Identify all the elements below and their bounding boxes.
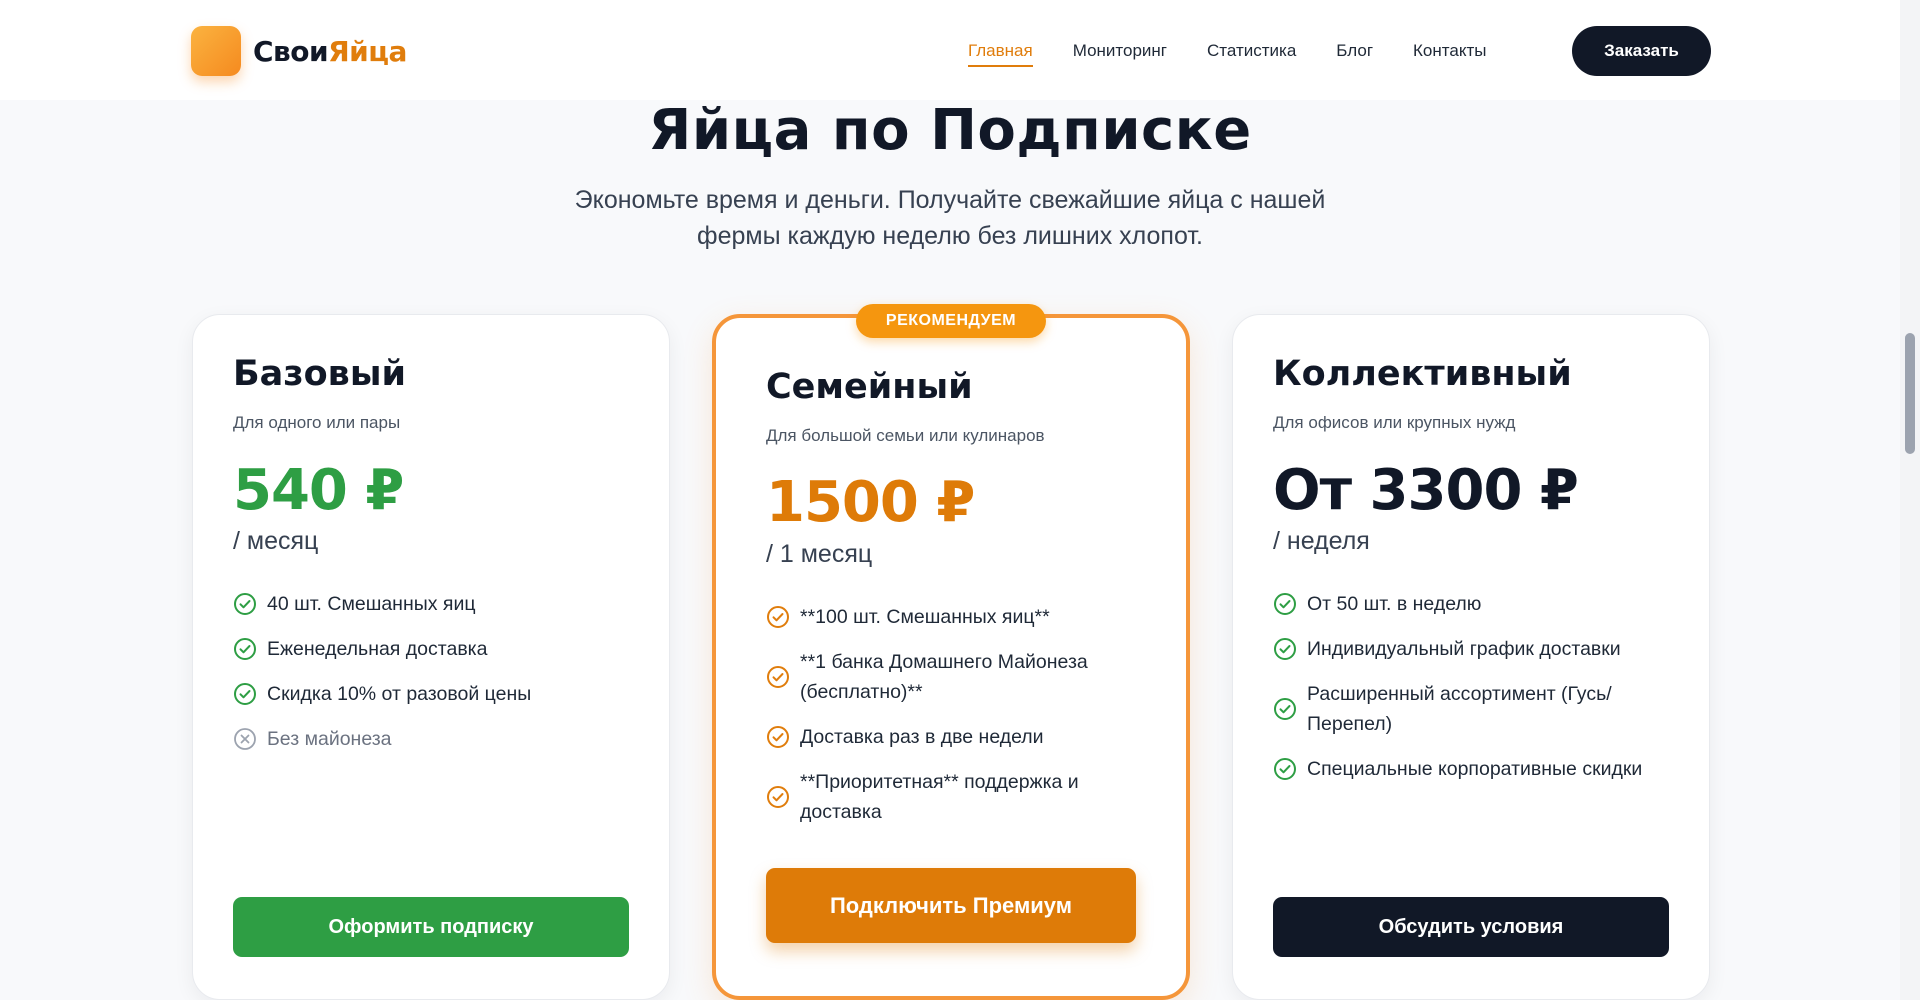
subscribe-premium-button[interactable]: Подключить Премиум <box>766 868 1136 943</box>
plan-period: / неделя <box>1273 527 1370 555</box>
check-circle-icon <box>767 666 789 688</box>
feature-text: **100 шт. Смешанных яиц** <box>800 606 1050 628</box>
page-scrollbar-thumb[interactable] <box>1905 333 1915 454</box>
check-circle-icon <box>767 726 789 748</box>
logo[interactable]: СвоиЯйца <box>191 26 407 76</box>
feature-item: 40 шт. Смешанных яиц <box>233 589 633 619</box>
feature-item: Специальные корпоративные скидки <box>1273 754 1673 784</box>
logo-text-part1: Свои <box>253 34 329 68</box>
feature-text: 40 шт. Смешанных яиц <box>267 593 476 615</box>
discuss-terms-button[interactable]: Обсудить условия <box>1273 897 1669 957</box>
feature-text: От 50 шт. в неделю <box>1307 593 1482 615</box>
nav-link-monitoring[interactable]: Мониторинг <box>1073 41 1167 61</box>
check-circle-icon <box>1274 593 1296 615</box>
feature-list: 40 шт. Смешанных яиц Еженедельная достав… <box>233 589 633 769</box>
feature-item: От 50 шт. в неделю <box>1273 589 1673 619</box>
feature-text: Скидка 10% от разовой цены <box>267 683 532 705</box>
logo-text-part2: Яйца <box>328 34 407 68</box>
feature-list: **100 шт. Смешанных яиц** **1 банка Дома… <box>766 602 1136 842</box>
feature-text: **1 банка Домашнего Майонеза (бесплатно)… <box>800 651 1088 703</box>
plan-name: Коллективный <box>1273 354 1572 394</box>
plan-price: От 3300 ₽ <box>1273 458 1579 523</box>
plan-description: Для офисов или крупных нужд <box>1273 413 1516 432</box>
check-circle-icon <box>767 606 789 628</box>
plan-period: / месяц <box>233 527 319 555</box>
check-circle-icon <box>234 593 256 615</box>
feature-text: **Приоритетная** поддержка и доставка <box>800 771 1079 823</box>
feature-text: Специальные корпоративные скидки <box>1307 758 1643 780</box>
check-circle-icon <box>1274 758 1296 780</box>
page-title: Яйца по Подписке <box>648 98 1252 163</box>
feature-text: Расширенный ассортимент (Гусь/Перепел) <box>1307 683 1612 735</box>
plan-period: / 1 месяц <box>766 540 873 568</box>
feature-item: Еженедельная доставка <box>233 634 633 664</box>
nav-link-home[interactable]: Главная <box>968 41 1033 67</box>
check-circle-icon <box>234 683 256 705</box>
feature-item: **100 шт. Смешанных яиц** <box>766 602 1136 632</box>
feature-text: Без майонеза <box>267 728 392 750</box>
check-circle-icon <box>1274 638 1296 660</box>
feature-item: **1 банка Домашнего Майонеза (бесплатно)… <box>766 647 1136 707</box>
feature-item: Индивидуальный график доставки <box>1273 634 1673 664</box>
x-circle-icon <box>234 728 256 750</box>
nav-link-statistics[interactable]: Статистика <box>1207 41 1296 61</box>
feature-item: Расширенный ассортимент (Гусь/Перепел) <box>1273 679 1673 739</box>
plan-name: Базовый <box>233 354 407 394</box>
logo-text: СвоиЯйца <box>253 35 407 68</box>
check-circle-icon <box>767 786 789 808</box>
recommended-badge: РЕКОМЕНДУЕМ <box>856 304 1046 338</box>
plan-description: Для одного или пары <box>233 413 401 432</box>
feature-text: Индивидуальный график доставки <box>1307 638 1621 660</box>
subscribe-basic-button[interactable]: Оформить подписку <box>233 897 629 957</box>
plan-price: 1500 ₽ <box>766 470 975 535</box>
plan-price: 540 ₽ <box>233 458 404 523</box>
feature-text: Еженедельная доставка <box>267 638 488 660</box>
site-header: СвоиЯйца Главная Мониторинг Статистика Б… <box>0 0 1920 100</box>
plan-description: Для большой семьи или кулинаров <box>766 426 1045 445</box>
check-circle-icon <box>234 638 256 660</box>
feature-item: **Приоритетная** поддержка и доставка <box>766 767 1136 827</box>
feature-text: Доставка раз в две недели <box>800 726 1044 748</box>
feature-list: От 50 шт. в неделю Индивидуальный график… <box>1273 589 1673 799</box>
page-subtitle: Экономьте время и деньги. Получайте свеж… <box>574 186 1326 250</box>
logo-mark-icon <box>191 26 241 76</box>
order-button[interactable]: Заказать <box>1572 26 1711 76</box>
page-scrollbar-track[interactable] <box>1900 0 1920 1000</box>
feature-item: Скидка 10% от разовой цены <box>233 679 633 709</box>
nav-link-blog[interactable]: Блог <box>1336 41 1373 61</box>
feature-item: Доставка раз в две недели <box>766 722 1136 752</box>
main-nav: Главная Мониторинг Статистика Блог Конта… <box>968 26 1526 76</box>
plan-name: Семейный <box>766 367 973 407</box>
check-circle-icon <box>1274 698 1296 720</box>
feature-item-excluded: Без майонеза <box>233 724 633 754</box>
nav-link-contacts[interactable]: Контакты <box>1413 41 1486 61</box>
